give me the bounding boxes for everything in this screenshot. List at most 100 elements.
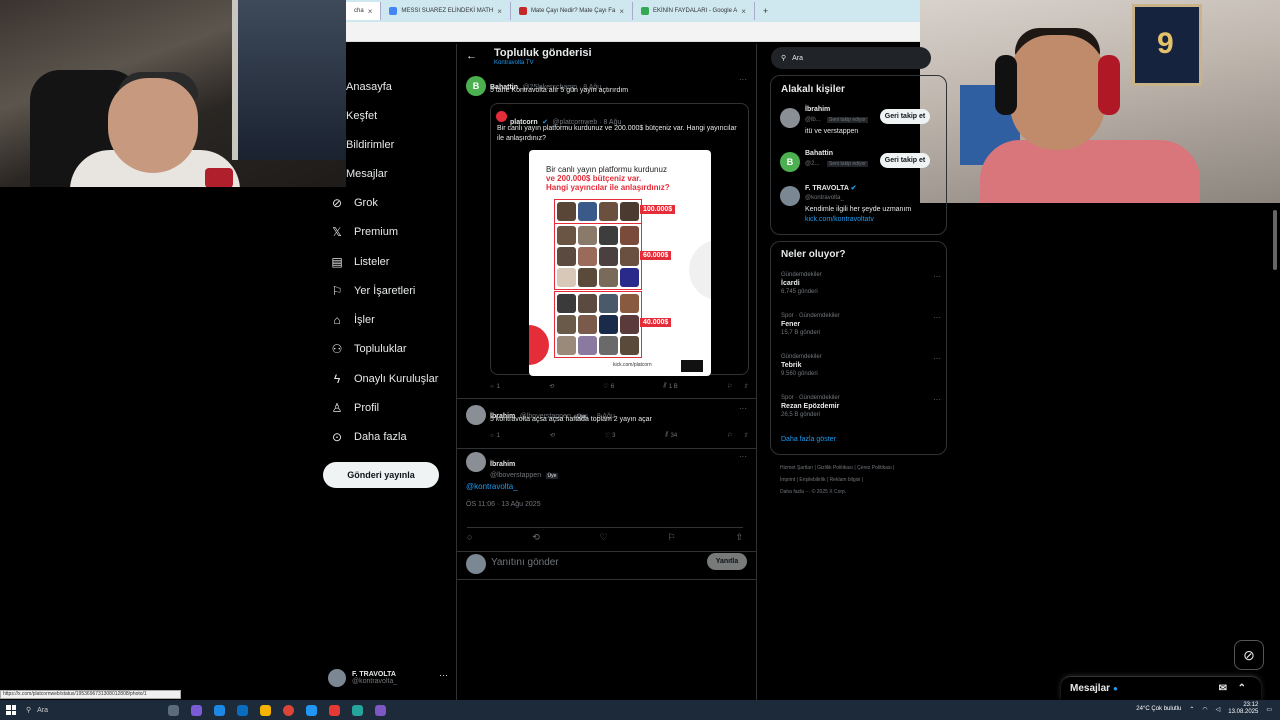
- reply-button[interactable]: ○ 1: [490, 383, 500, 390]
- share-icon[interactable]: ⇧: [735, 532, 743, 543]
- scrollbar[interactable]: [1272, 210, 1278, 680]
- views-button[interactable]: ⫼ 1 B: [663, 383, 678, 390]
- repost-icon[interactable]: ⟲: [532, 532, 540, 543]
- taskbar-search[interactable]: ⚲ Ara: [26, 703, 156, 717]
- address-bar[interactable]: [346, 22, 920, 42]
- trend-item[interactable]: Gündemdekiler Tebrik 9.560 gönderi ···: [781, 354, 941, 377]
- nav-item-jobs[interactable]: ⌂ İşler: [330, 309, 374, 331]
- chevron-up-icon[interactable]: ⌃: [1238, 683, 1246, 694]
- repost-button[interactable]: ⟲: [549, 383, 554, 390]
- trend-item[interactable]: Gündemdekiler İcardi 6.745 gönderi ···: [781, 272, 941, 295]
- weather-widget[interactable]: 24°C Çok bulutlu: [1136, 706, 1181, 712]
- close-tab-icon[interactable]: ×: [368, 7, 373, 16]
- more-icon[interactable]: ···: [933, 354, 941, 363]
- more-icon[interactable]: ···: [739, 404, 747, 413]
- share-icon[interactable]: ⇧: [743, 432, 748, 439]
- nav-item-verified-orgs[interactable]: ϟ Onaylı Kuruluşlar: [330, 368, 439, 390]
- volume-icon[interactable]: ◁: [1216, 706, 1221, 713]
- nav-item-premium[interactable]: 𝕏 Premium: [330, 221, 398, 243]
- explorer-icon[interactable]: [260, 704, 271, 716]
- more-icon[interactable]: ···: [739, 75, 747, 84]
- browser-tab[interactable]: cha ×: [346, 2, 382, 20]
- nav-item-more[interactable]: ⊙ Daha fazla: [330, 426, 407, 448]
- close-tab-icon[interactable]: ×: [741, 7, 746, 16]
- copilot-icon[interactable]: [191, 704, 202, 716]
- more-icon[interactable]: ···: [933, 313, 941, 322]
- close-tab-icon[interactable]: ×: [497, 7, 502, 16]
- profile-link[interactable]: kick.com/kontravoltatv: [805, 216, 874, 223]
- nav-item-lists[interactable]: ▤ Listeler: [330, 251, 389, 273]
- bookmark-button[interactable]: ⚐ ⇧: [727, 432, 748, 439]
- community-link[interactable]: Kontravolta TV: [494, 60, 534, 66]
- edge-icon[interactable]: [214, 704, 225, 716]
- close-tab-icon[interactable]: ×: [619, 7, 624, 16]
- more-icon[interactable]: ···: [933, 272, 941, 281]
- chevron-up-icon[interactable]: ⌃: [1189, 706, 1194, 713]
- more-icon[interactable]: ···: [739, 452, 747, 461]
- views-button[interactable]: ⫼ 34: [665, 432, 677, 439]
- new-message-icon[interactable]: ✉: [1219, 683, 1227, 694]
- nav-item-explore[interactable]: Keşfet: [346, 105, 377, 127]
- nav-item-home[interactable]: Anasayfa: [346, 76, 392, 98]
- app-icon[interactable]: [306, 704, 317, 716]
- bookmark-icon[interactable]: ⚐: [668, 532, 676, 543]
- app-icon[interactable]: [375, 704, 386, 716]
- share-icon[interactable]: ⇧: [743, 383, 748, 390]
- heart-icon[interactable]: ♡: [600, 532, 608, 543]
- nav-item-profile[interactable]: ♙ Profil: [330, 397, 379, 419]
- related-person[interactable]: İbrahim @lb... Seni takip ediyor itü ve …: [780, 106, 945, 136]
- post-image[interactable]: Bir canlı yayın platformu kurdunuz ve 20…: [529, 150, 711, 376]
- chrome-icon[interactable]: [283, 704, 294, 716]
- grok-icon[interactable]: ⊘: [1234, 640, 1264, 670]
- reply-button[interactable]: ○ 1: [490, 432, 500, 439]
- post-date[interactable]: ÖS 11:06 · 13 Ağu 2025: [466, 501, 541, 508]
- nav-item-bookmarks[interactable]: ⚐ Yer İşaretleri: [330, 280, 416, 302]
- windows-start-icon[interactable]: [6, 705, 16, 715]
- avatar[interactable]: [466, 405, 486, 425]
- post[interactable]: B Bahattin @25lakerschamp · 8 Ağu ··· 5 …: [457, 71, 757, 399]
- trend-item[interactable]: Spor · Gündemdekiler Fener 15,7 B gönderi ·…: [781, 313, 941, 336]
- repost-button[interactable]: ⟲: [549, 432, 554, 439]
- reply-icon[interactable]: ○: [467, 532, 472, 543]
- nav-item-notifications[interactable]: Bildirimler: [346, 134, 394, 156]
- app-icon[interactable]: [329, 704, 340, 716]
- app-icon[interactable]: [352, 704, 363, 716]
- trend-item[interactable]: Spor · Gündemdekiler Rezan Epözdemir 26,5 …: [781, 395, 941, 418]
- more-icon[interactable]: ···: [933, 395, 941, 404]
- search-input[interactable]: ⚲ Ara: [771, 47, 931, 69]
- messages-drawer[interactable]: Mesajlar ● ✉ ⌃: [1061, 676, 1261, 700]
- account-switcher[interactable]: F. TRAVOLTA @kontravolta_ ···: [328, 666, 448, 690]
- focused-post[interactable]: İbrahim @lboverstappen Üye ··· @kontravo…: [457, 449, 757, 552]
- avatar[interactable]: [466, 452, 486, 472]
- back-arrow-icon[interactable]: ←: [466, 50, 477, 62]
- reply-input[interactable]: Yanıtını gönder: [491, 557, 559, 568]
- store-icon[interactable]: [237, 704, 248, 716]
- browser-tab[interactable]: Mate Çayı Nedir? Mate Çayı Fa ×: [511, 2, 633, 20]
- show-more-link[interactable]: Daha fazla göster: [781, 436, 836, 443]
- mention-link[interactable]: @kontravolta_: [466, 482, 518, 491]
- post[interactable]: İbrahim @lboverstappen Üye · 8 Ağu ··· 5…: [457, 399, 757, 449]
- taskbar: ⚲ Ara 24°C Çok bulutlu ⌃ ◠ ◁ 23:12 13.08.2…: [0, 700, 1280, 720]
- taskview-icon[interactable]: [168, 704, 179, 716]
- nav-item-grok[interactable]: ⊘ Grok: [330, 192, 378, 214]
- related-person[interactable]: B Bahattin @2... Seni takip ediyor Geri …: [780, 150, 945, 180]
- browser-tab[interactable]: EKİNİN FAYDALARI - Google A ×: [633, 2, 755, 20]
- clock[interactable]: 23:12 13.08.2025: [1228, 702, 1258, 716]
- quoted-post[interactable]: platcorn ✔ @platcornweb · 8 Ağu Bir canl…: [490, 103, 749, 376]
- more-icon[interactable]: ···: [439, 670, 448, 680]
- follow-back-button[interactable]: Geri takip et: [880, 109, 930, 124]
- reply-button[interactable]: Yanıtla: [707, 553, 747, 570]
- like-button[interactable]: ♡ 6: [603, 383, 615, 391]
- new-tab-button[interactable]: +: [755, 2, 776, 20]
- avatar[interactable]: B: [466, 76, 486, 96]
- post-button[interactable]: Gönderi yayınla: [323, 462, 439, 488]
- like-button[interactable]: ♡ 3: [604, 432, 616, 440]
- nav-item-communities[interactable]: ⚇ Topluluklar: [330, 338, 407, 360]
- wifi-icon[interactable]: ◠: [1202, 706, 1207, 713]
- related-person[interactable]: F. TRAVOLTA ✔ @kontravolta_ Kendimle ilg…: [780, 184, 945, 229]
- notification-icon[interactable]: ▭: [1266, 706, 1272, 713]
- follow-back-button[interactable]: Geri takip et: [880, 153, 930, 168]
- bookmark-button[interactable]: ⚐ ⇧: [727, 383, 748, 390]
- browser-tab[interactable]: MESSI SUAREZ ELİNDEKİ MATH ×: [381, 2, 511, 20]
- nav-item-messages[interactable]: Mesajlar: [346, 163, 388, 185]
